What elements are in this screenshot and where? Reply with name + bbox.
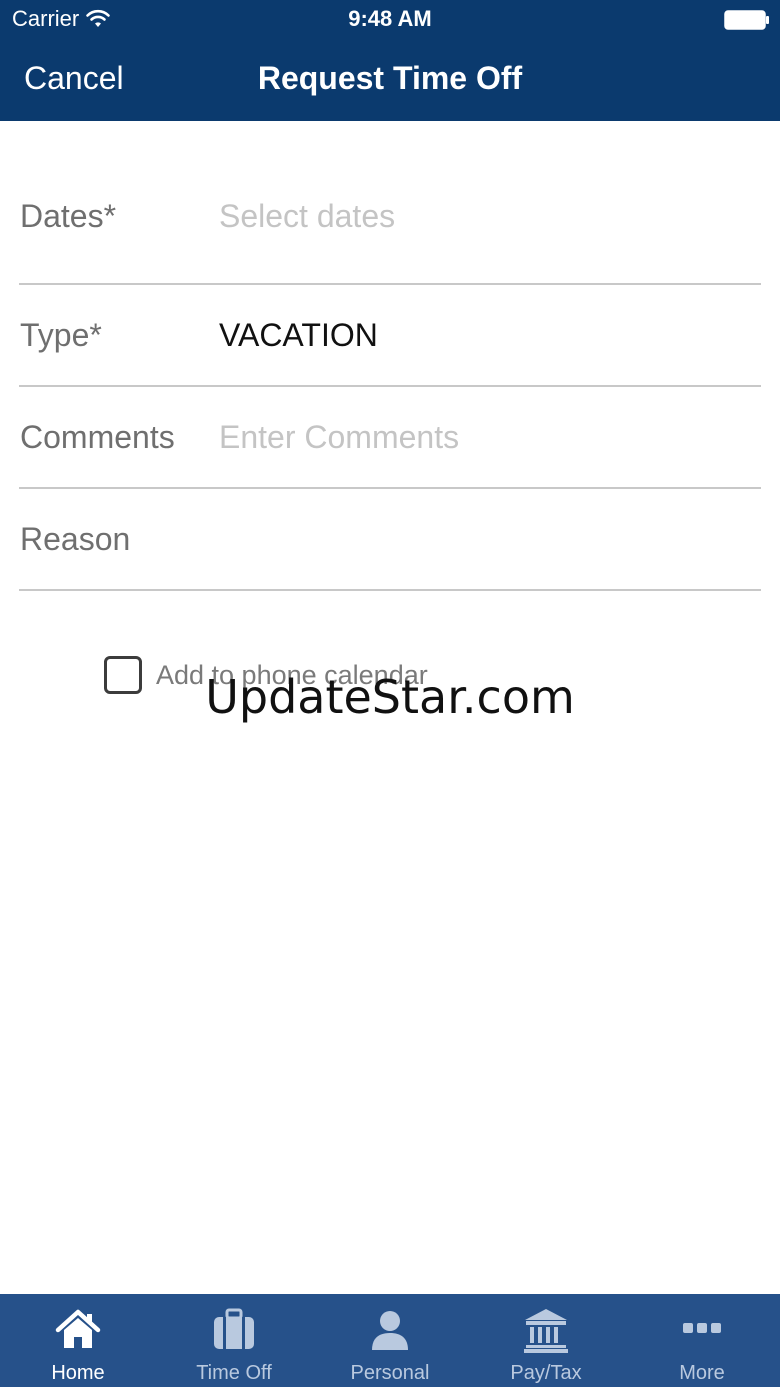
dates-label: Dates* — [20, 198, 117, 234]
comments-row[interactable]: Comments Enter Comments — [19, 387, 761, 489]
type-row[interactable]: Type* VACATION — [19, 285, 761, 387]
tab-more[interactable]: More — [624, 1294, 780, 1387]
status-time: 9:48 AM — [348, 6, 432, 31]
battery-icon — [724, 10, 769, 30]
request-time-off-screen: Carrier 9:48 AM Cancel Request Time Off … — [0, 0, 780, 1387]
nav-bar: Cancel Request Time Off — [0, 40, 780, 121]
reason-label: Reason — [20, 521, 131, 557]
more-dots-icon — [683, 1323, 721, 1333]
dates-row[interactable]: Dates* Select dates — [19, 121, 761, 285]
tab-personal[interactable]: Personal — [312, 1294, 468, 1387]
home-icon — [55, 1309, 101, 1348]
header: Carrier 9:48 AM Cancel Request Time Off — [0, 0, 780, 121]
bank-icon — [524, 1309, 568, 1353]
tab-bar: Home Time Off Personal Pay/Tax More — [0, 1294, 780, 1387]
tab-time-off-label: Time Off — [196, 1362, 272, 1384]
comments-field[interactable]: Enter Comments — [219, 419, 459, 456]
type-label: Type* — [20, 317, 102, 353]
tab-pay-tax-label: Pay/Tax — [510, 1362, 582, 1384]
person-icon — [372, 1311, 408, 1350]
add-to-calendar-checkbox[interactable] — [104, 656, 142, 694]
type-value[interactable]: VACATION — [219, 317, 378, 354]
add-to-calendar-option[interactable]: Add to phone calendar — [104, 655, 428, 695]
tab-home[interactable]: Home — [0, 1294, 156, 1387]
tab-home-label: Home — [51, 1362, 105, 1384]
page-title: Request Time Off — [257, 60, 523, 96]
tab-time-off[interactable]: Time Off — [156, 1294, 312, 1387]
tab-more-label: More — [679, 1362, 725, 1384]
comments-label: Comments — [20, 419, 175, 455]
reason-row[interactable]: Reason — [19, 489, 761, 591]
tab-pay-tax[interactable]: Pay/Tax — [468, 1294, 624, 1387]
add-to-calendar-label: Add to phone calendar — [156, 659, 428, 690]
status-bar: Carrier 9:48 AM — [0, 0, 780, 40]
dates-field[interactable]: Select dates — [219, 198, 395, 235]
tab-personal-label: Personal — [350, 1362, 430, 1384]
suitcase-icon — [214, 1308, 254, 1349]
